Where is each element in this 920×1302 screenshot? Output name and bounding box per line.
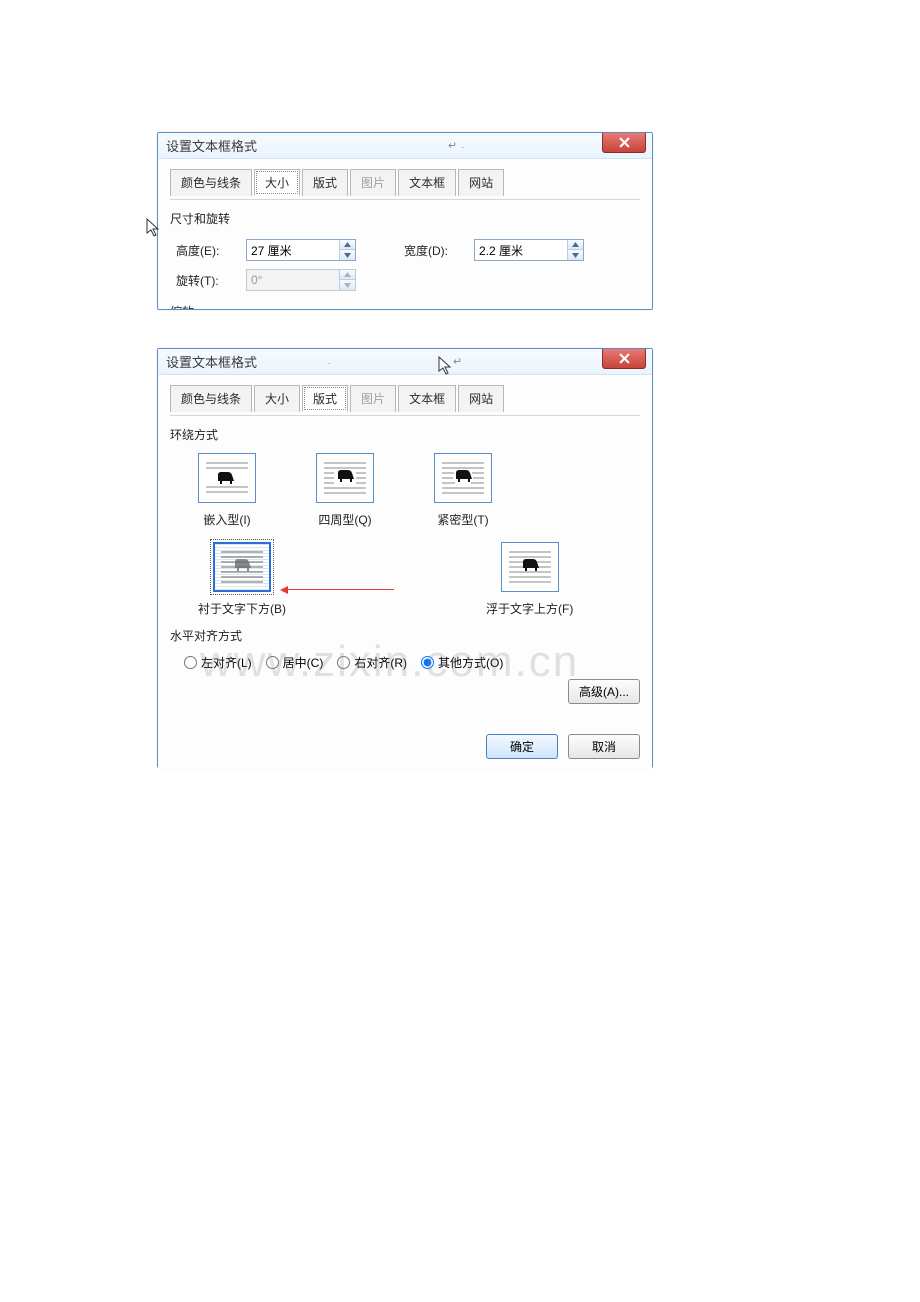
height-spin-down[interactable]	[340, 250, 355, 260]
wrap-behind-option[interactable]	[213, 542, 271, 592]
height-spin-up[interactable]	[340, 240, 355, 250]
dialog-body: 颜色与线条 大小 版式 图片 文本框 网站 环绕方式 嵌入型(I)	[158, 375, 652, 771]
titlebar: 设置文本框格式 . ↵	[158, 133, 652, 159]
align-right-label: 右对齐(R)	[354, 654, 407, 671]
group-align: 水平对齐方式 左对齐(L) 居中(C) 右对齐(R) 其他方式(O)	[170, 627, 640, 671]
tab-colors-lines[interactable]: 颜色与线条	[170, 169, 252, 196]
tab-textbox[interactable]: 文本框	[398, 385, 456, 412]
pilcrow-icon: ↵	[453, 355, 462, 368]
close-icon	[619, 353, 630, 364]
align-other-label: 其他方式(O)	[438, 654, 503, 671]
wrap-front-icon	[507, 548, 553, 586]
align-left-radio[interactable]: 左对齐(L)	[184, 654, 252, 671]
paragraph-mark-icon: .	[328, 356, 331, 367]
wrap-square-label: 四周型(Q)	[316, 511, 374, 528]
tab-website[interactable]: 网站	[458, 385, 504, 412]
chevron-down-icon	[572, 253, 579, 258]
group-wrap-label: 环绕方式	[170, 426, 640, 443]
tabs: 颜色与线条 大小 版式 图片 文本框 网站	[170, 169, 640, 196]
group-dimensions: 尺寸和旋转 高度(E): 宽度(D):	[170, 210, 640, 310]
rotate-spin-down	[340, 280, 355, 290]
rotate-spin-up	[340, 270, 355, 280]
cancel-button[interactable]: 取消	[568, 734, 640, 759]
ok-button[interactable]: 确定	[486, 734, 558, 759]
rotate-spinner	[246, 269, 356, 291]
align-right-radio[interactable]: 右对齐(R)	[337, 654, 407, 671]
format-textbox-dialog-layout: 设置文本框格式 ↵ . 颜色与线条 大小 版式 图片 文本框 网站 环绕方式	[157, 348, 653, 768]
wrap-tight-option[interactable]	[434, 453, 492, 503]
height-label: 高度(E):	[176, 242, 238, 259]
height-spinner[interactable]	[246, 239, 356, 261]
wrap-behind-icon	[219, 548, 265, 586]
group-wrap: 环绕方式 嵌入型(I)	[170, 426, 640, 617]
chevron-up-icon	[572, 242, 579, 247]
annotation-arrow-icon	[284, 589, 394, 590]
wrap-square-icon	[322, 459, 368, 497]
chevron-down-icon	[344, 283, 351, 288]
group-align-label: 水平对齐方式	[170, 627, 640, 644]
tab-layout[interactable]: 版式	[302, 169, 348, 196]
wrap-front-option[interactable]	[501, 542, 559, 592]
titlebar: 设置文本框格式 ↵ .	[158, 349, 652, 375]
group-scale-label: 缩放	[170, 303, 640, 310]
close-button[interactable]	[602, 349, 646, 369]
tab-picture: 图片	[350, 169, 396, 196]
dialog-title: 设置文本框格式	[166, 136, 257, 155]
width-spinner[interactable]	[474, 239, 584, 261]
chevron-up-icon	[344, 242, 351, 247]
pilcrow-icon: ↵	[448, 139, 457, 152]
dialog-title: 设置文本框格式	[166, 352, 257, 371]
close-button[interactable]	[602, 133, 646, 153]
width-spin-up[interactable]	[568, 240, 583, 250]
wrap-inline-icon	[204, 459, 250, 497]
chevron-down-icon	[344, 253, 351, 258]
format-textbox-dialog-size: 设置文本框格式 . ↵ 颜色与线条 大小 版式 图片 文本框 网站 尺寸和旋转 …	[157, 132, 653, 310]
tab-colors-lines[interactable]: 颜色与线条	[170, 385, 252, 412]
dialog-body: 颜色与线条 大小 版式 图片 文本框 网站 尺寸和旋转 高度(E):	[158, 159, 652, 310]
tab-picture: 图片	[350, 385, 396, 412]
align-center-radio[interactable]: 居中(C)	[266, 654, 324, 671]
width-input[interactable]	[475, 243, 567, 257]
paragraph-mark-icon: .	[461, 140, 464, 151]
tab-website[interactable]: 网站	[458, 169, 504, 196]
rotate-input	[247, 273, 339, 287]
align-center-label: 居中(C)	[283, 654, 324, 671]
align-other-radio[interactable]: 其他方式(O)	[421, 654, 503, 671]
rotate-label: 旋转(T):	[176, 272, 238, 289]
wrap-square-option[interactable]	[316, 453, 374, 503]
tabs: 颜色与线条 大小 版式 图片 文本框 网站	[170, 385, 640, 412]
wrap-inline-option[interactable]	[198, 453, 256, 503]
wrap-tight-label: 紧密型(T)	[434, 511, 492, 528]
advanced-button[interactable]: 高级(A)...	[568, 679, 640, 704]
wrap-behind-label: 衬于文字下方(B)	[198, 600, 286, 617]
height-input[interactable]	[247, 243, 339, 257]
wrap-tight-icon	[440, 459, 486, 497]
tab-textbox[interactable]: 文本框	[398, 169, 456, 196]
wrap-front-label: 浮于文字上方(F)	[486, 600, 573, 617]
close-icon	[619, 137, 630, 148]
width-label: 宽度(D):	[404, 242, 466, 259]
tab-size[interactable]: 大小	[254, 169, 300, 196]
tab-layout[interactable]: 版式	[302, 385, 348, 412]
wrap-inline-label: 嵌入型(I)	[198, 511, 256, 528]
width-spin-down[interactable]	[568, 250, 583, 260]
chevron-up-icon	[344, 272, 351, 277]
align-left-label: 左对齐(L)	[201, 654, 252, 671]
group-dimensions-label: 尺寸和旋转	[170, 210, 640, 227]
tab-size[interactable]: 大小	[254, 385, 300, 412]
